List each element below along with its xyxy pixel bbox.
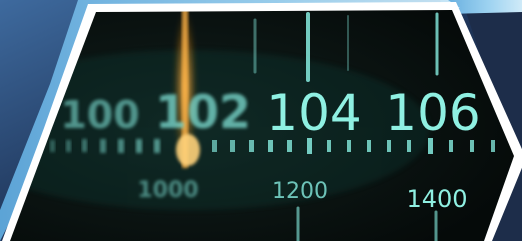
radio-dial-photo: 100 102 104 106 1000 1200 1400	[0, 0, 522, 241]
am-label-1400: 1400	[406, 185, 467, 213]
am-label-1000: 1000	[137, 178, 198, 203]
am-label-1200: 1200	[272, 179, 328, 204]
fm-label-104: 104	[266, 84, 361, 142]
fm-label-106: 106	[385, 84, 480, 142]
fm-label-100: 100	[60, 93, 139, 137]
fm-label-102: 102	[155, 85, 251, 139]
